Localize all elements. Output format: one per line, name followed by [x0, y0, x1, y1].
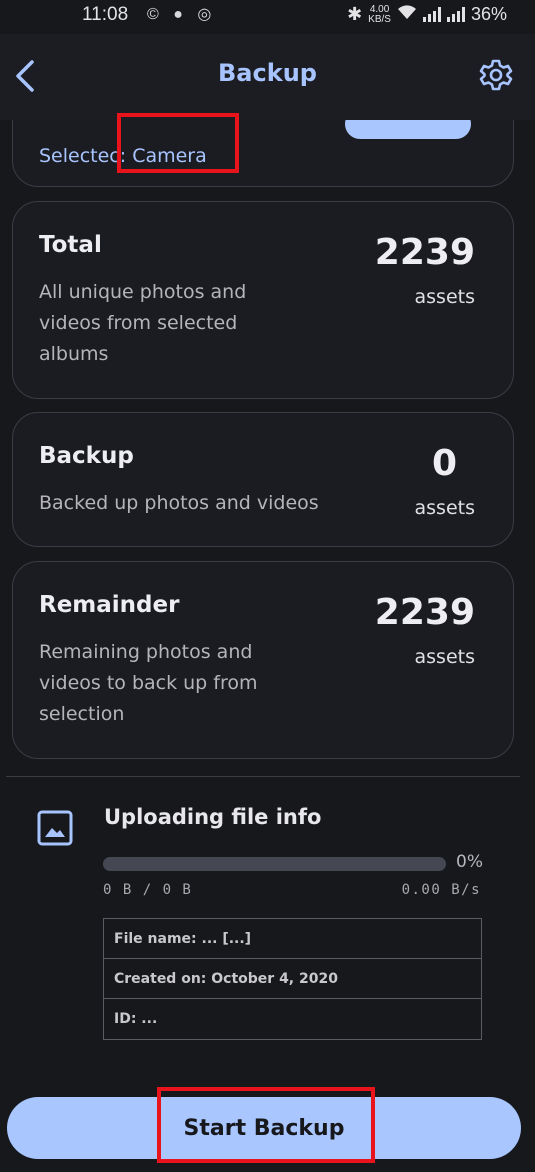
total-description: All unique photos and videos from select… [39, 277, 246, 370]
wifi-icon [397, 4, 417, 25]
settings-button[interactable] [479, 58, 513, 92]
select-albums-button[interactable] [345, 120, 471, 139]
divider [6, 776, 520, 777]
albums-card: Selectec: Camera [12, 120, 514, 187]
status-bar: 11:08 © ● ◎ ✱ 4.00 KB/S 36% [0, 0, 535, 34]
notification-icons: © ● ◎ [147, 6, 217, 23]
total-unit: assets [414, 286, 475, 308]
file-info-table: File name: ... [...] Created on: October… [103, 918, 482, 1040]
upload-bytes: 0 B / 0 B [103, 882, 193, 898]
upload-title: Uploading file info [104, 805, 322, 829]
file-name-row: File name: ... [...] [104, 919, 481, 959]
network-speed-unit: KB/S [368, 13, 391, 25]
status-time: 11:08 [82, 4, 129, 25]
app-bar: Backup [0, 34, 535, 120]
bluetooth-icon: ✱ [347, 4, 363, 24]
page-title: Backup [218, 59, 317, 87]
highlight-box-camera [117, 113, 239, 173]
remainder-desc-line-2: videos to back up from [39, 672, 258, 694]
total-desc-line-3: albums [39, 343, 109, 365]
remainder-card: Remainder Remaining photos and videos to… [12, 561, 514, 759]
backup-content[interactable]: Selectec: Camera Total All unique photos… [0, 120, 535, 1172]
signal-icon [422, 7, 441, 22]
total-count: 2239 [374, 232, 475, 273]
image-icon [37, 810, 73, 846]
remainder-count: 2239 [374, 592, 475, 633]
created-on-row: Created on: October 4, 2020 [104, 959, 481, 999]
battery-level: 36% [470, 4, 507, 24]
network-speed: 4.00 KB/S [368, 4, 391, 25]
upload-progress-percent: 0% [456, 852, 483, 872]
backup-count: 0 [431, 443, 457, 484]
remainder-desc-line-3: selection [39, 703, 125, 725]
id-row: ID: ... [114, 1011, 158, 1027]
remainder-unit: assets [414, 646, 475, 668]
total-desc-line-1: All unique photos and [39, 281, 247, 303]
gear-icon [479, 59, 513, 91]
remainder-desc-line-1: Remaining photos and [39, 641, 253, 663]
remainder-title: Remainder [39, 592, 180, 618]
total-title: Total [39, 232, 102, 258]
status-right: ✱ 4.00 KB/S 36% [347, 4, 507, 25]
total-desc-line-2: videos from selected [39, 312, 238, 334]
upload-speed: 0.00 B/s [401, 882, 481, 898]
highlight-box-start-backup [157, 1087, 375, 1163]
backup-description: Backed up photos and videos [39, 492, 319, 514]
remainder-description: Remaining photos and videos to back up f… [39, 637, 258, 730]
signal-icon-2 [446, 7, 465, 22]
total-card: Total All unique photos and videos from … [12, 201, 514, 399]
backup-title: Backup [39, 443, 134, 469]
upload-progress-bar [103, 857, 446, 871]
backup-unit: assets [414, 497, 475, 519]
backup-card: Backup Backed up photos and videos 0 ass… [12, 412, 514, 547]
